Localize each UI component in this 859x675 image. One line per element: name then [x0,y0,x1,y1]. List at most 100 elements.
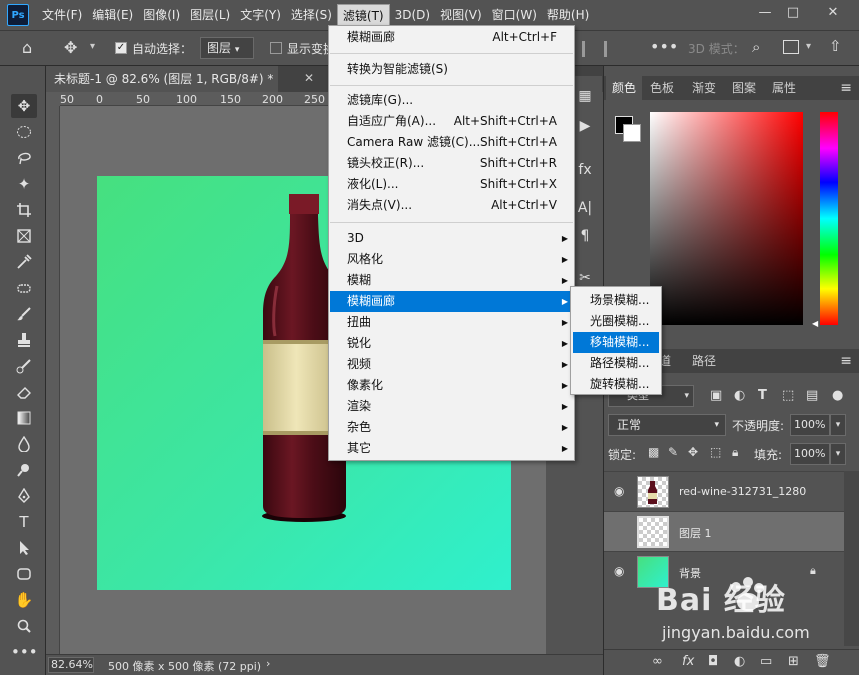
visibility-eye-icon[interactable]: ◉ [614,564,624,578]
menu-file[interactable]: 文件(F) [37,4,87,26]
blend-mode-select[interactable]: 正常 ▾ [608,414,726,436]
lock-transparent-icon[interactable]: ▩ [648,445,659,459]
minimize-icon[interactable]: — [752,4,778,22]
menu-help[interactable]: 帮助(H) [542,4,594,26]
menu-item-path-blur[interactable]: 路径模糊... [573,353,659,374]
path-select-icon[interactable] [11,536,37,560]
layer-name[interactable]: 图层 1 [679,525,712,541]
frame-tool-icon[interactable] [11,224,37,248]
hand-tool-icon[interactable]: ✋ [11,588,37,612]
hue-slider[interactable] [820,112,838,325]
chevron-down-icon[interactable]: ▾ [90,41,95,52]
menu-item-convert-smart-filter[interactable]: 转换为智能滤镜(S) [330,59,573,80]
close-window-icon[interactable]: ✕ [820,4,846,22]
menu-edit[interactable]: 编辑(E) [87,4,138,26]
lock-image-icon[interactable]: ✎ [668,445,678,459]
menu-select[interactable]: 选择(S) [286,4,337,26]
menu-item-sharpen[interactable]: 锐化 ▶ [330,333,573,354]
visibility-eye-icon[interactable]: ◉ [614,484,624,498]
history-brush-icon[interactable] [11,354,37,378]
panel-menu-icon[interactable]: ≡ [840,353,852,369]
menu-item-pixelate[interactable]: 像素化 ▶ [330,375,573,396]
share-icon[interactable]: ⇧ [829,37,842,55]
dodge-tool-icon[interactable] [11,458,37,482]
menu-view[interactable]: 视图(V) [435,4,487,26]
lock-artboard-icon[interactable]: ⬚ [710,445,721,459]
menu-item-filter-gallery[interactable]: 滤镜库(G)... [330,90,573,111]
menu-type[interactable]: 文字(Y) [235,4,286,26]
show-transform-checkbox[interactable] [270,42,282,54]
chevron-down-icon[interactable]: ▾ [806,41,811,52]
distribute-icon[interactable] [604,41,607,57]
link-layers-icon[interactable]: ∞ [652,654,663,669]
tab-properties[interactable]: 属性 [766,76,802,100]
chevron-down-icon[interactable]: ▾ [830,414,846,436]
status-menu-icon[interactable]: › [266,657,270,670]
pen-tool-icon[interactable] [11,484,37,508]
lasso-tool-icon[interactable] [11,146,37,170]
smart-object-filter-icon[interactable]: ▤ [806,388,818,403]
brush-tool-icon[interactable] [11,302,37,326]
menu-image[interactable]: 图像(I) [138,4,185,26]
search-icon[interactable]: ⌕ [752,38,760,56]
menu-item-stylize[interactable]: 风格化 ▶ [330,249,573,270]
clone-stamp-icon[interactable] [11,328,37,352]
maximize-icon[interactable]: □ [780,4,806,22]
menu-item-3d[interactable]: 3D ▶ [330,228,573,249]
auto-select-target-select[interactable]: 图层 ▾ [200,37,254,59]
shape-filter-icon[interactable]: ⬚ [782,388,794,403]
adjustment-filter-icon[interactable]: ◐ [734,388,745,403]
menu-item-camera-raw[interactable]: Camera Raw 滤镜(C)... Shift+Ctrl+A [330,132,573,153]
document-tab[interactable]: 未标题-1 @ 82.6% (图层 1, RGB/8#) * [46,66,278,92]
type-filter-icon[interactable]: T [758,388,767,403]
new-layer-icon[interactable]: ⊞ [788,654,799,669]
menu-item-adaptive-wide-angle[interactable]: 自适应广角(A)... Alt+Shift+Ctrl+A [330,111,573,132]
color-picker-field[interactable] [650,112,803,325]
fx-icon[interactable]: fx [682,654,694,669]
lock-position-icon[interactable]: ✥ [688,445,698,459]
adjustment-layer-icon[interactable]: ◐ [734,654,745,669]
auto-select-checkbox[interactable]: ✓ [115,42,127,54]
tab-color[interactable]: 颜色 [606,76,642,100]
menu-layer[interactable]: 图层(L) [185,4,235,26]
eyedropper-icon[interactable] [11,250,37,274]
paragraph-panel-icon[interactable]: ¶ [575,226,595,246]
home-icon[interactable]: ⌂ [22,38,32,57]
move-tool-icon[interactable]: ✥ [64,38,77,57]
hue-marker-icon[interactable]: ◀ [812,319,818,328]
layer-name[interactable]: red-wine-312731_1280 [679,485,806,498]
menu-item-blur[interactable]: 模糊 ▶ [330,270,573,291]
pixel-filter-icon[interactable]: ▣ [710,388,722,403]
workspace-icon[interactable] [783,40,799,54]
tool-presets-icon[interactable]: ✂ [575,268,595,288]
zoom-input[interactable]: 82.64% [48,657,94,673]
trash-icon[interactable]: 🗑︎ [814,654,831,669]
menu-item-liquify[interactable]: 液化(L)... Shift+Ctrl+X [330,174,573,195]
more-tools-icon[interactable]: ••• [11,640,38,664]
menu-filter[interactable]: 滤镜(T) [336,4,390,26]
healing-brush-icon[interactable] [11,276,37,300]
rectangle-tool-icon[interactable] [11,562,37,586]
layer-row[interactable]: ◉ red-wine-312731_1280 [604,471,844,511]
chevron-down-icon[interactable]: ▾ [830,443,846,465]
zoom-tool-icon[interactable] [11,614,37,638]
menu-item-render[interactable]: 渲染 ▶ [330,396,573,417]
crop-tool-icon[interactable] [11,198,37,222]
fill-input[interactable]: 100% [790,443,830,465]
new-group-icon[interactable]: ▭ [760,654,772,669]
gradient-tool-icon[interactable] [11,406,37,430]
magic-wand-icon[interactable]: ✦ [11,172,37,196]
marquee-tool-icon[interactable] [11,120,37,144]
panel-menu-icon[interactable]: ≡ [840,80,852,96]
close-tab-icon[interactable]: ✕ [304,71,314,85]
move-tool-icon[interactable]: ✥ [11,94,37,118]
menu-item-distort[interactable]: 扭曲 ▶ [330,312,573,333]
eraser-icon[interactable] [11,380,37,404]
blur-tool-icon[interactable] [11,432,37,456]
menu-item-field-blur[interactable]: 场景模糊... [573,290,659,311]
menu-item-lens-correction[interactable]: 镜头校正(R)... Shift+Ctrl+R [330,153,573,174]
tab-paths[interactable]: 路径 [684,349,724,373]
opacity-input[interactable]: 100% [790,414,830,436]
menu-item-blur-gallery-last[interactable]: 模糊画廊 Alt+Ctrl+F [330,27,573,48]
character-panel-icon[interactable]: A| [575,198,595,218]
